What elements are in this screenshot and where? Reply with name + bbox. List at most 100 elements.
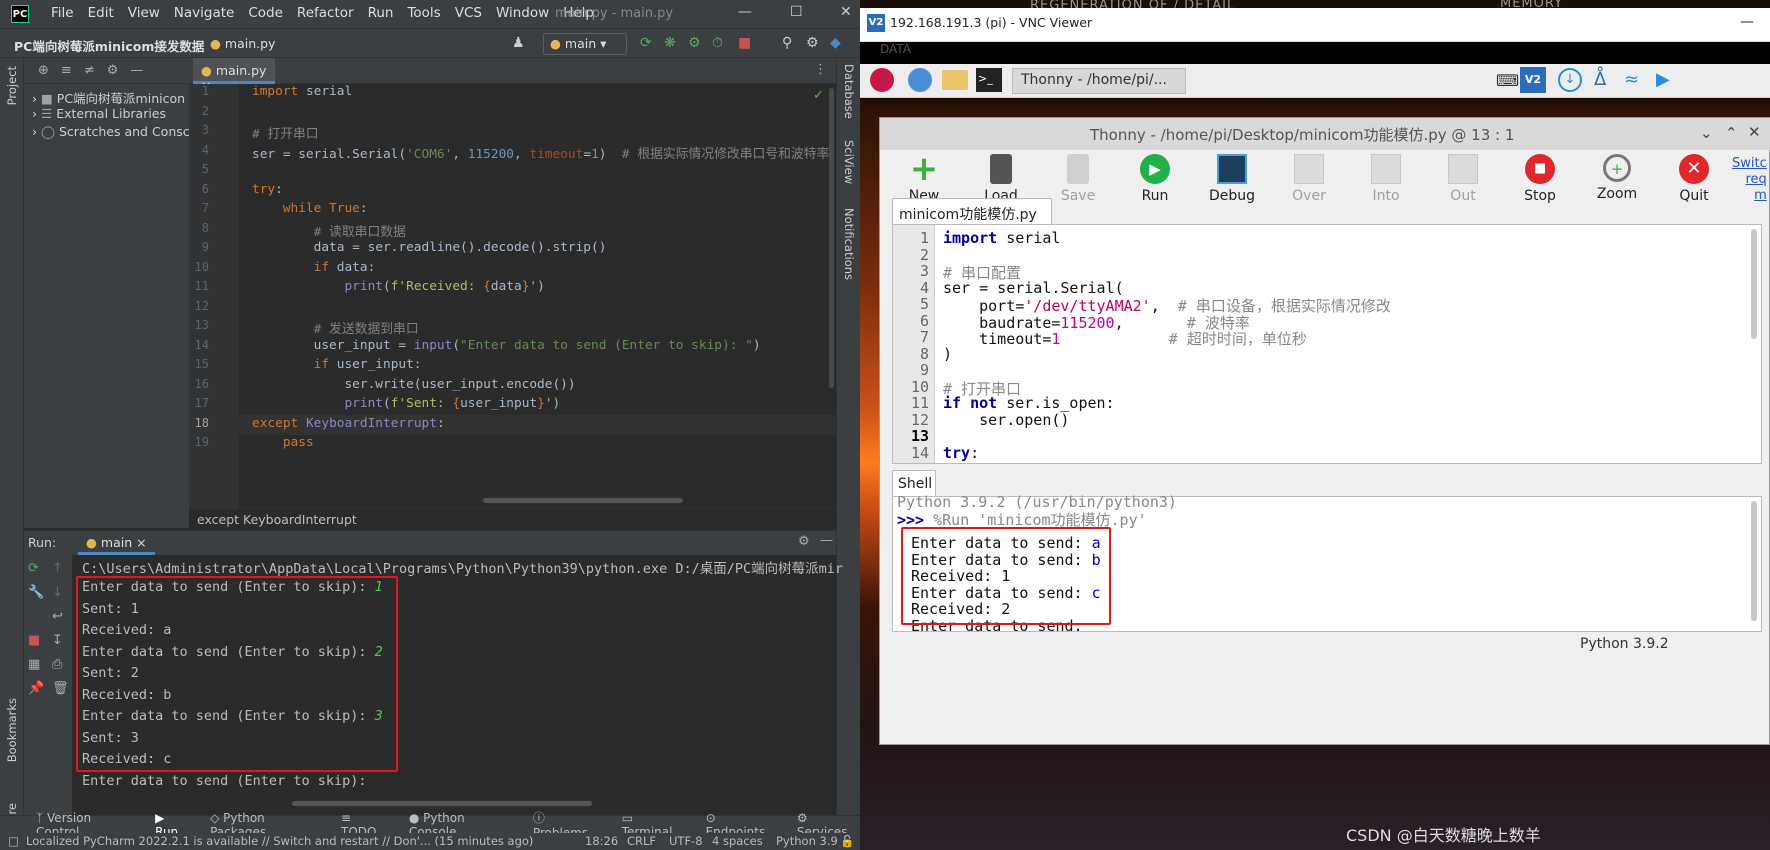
status-encoding[interactable]: UTF-8 bbox=[669, 834, 703, 848]
hide-icon[interactable]: — bbox=[130, 63, 143, 78]
run-config-select[interactable]: ● main ▾ bbox=[543, 33, 627, 55]
more-icon[interactable]: ⋮ bbox=[814, 62, 827, 77]
save-button[interactable]: Save bbox=[1044, 154, 1112, 204]
quit-button[interactable]: ✕ Quit bbox=[1660, 154, 1728, 204]
debug-button[interactable]: Debug bbox=[1198, 154, 1266, 204]
menu-run[interactable]: Run bbox=[361, 5, 401, 21]
bookmarks-tool-tab[interactable]: Bookmarks bbox=[5, 698, 19, 762]
trash-icon[interactable]: 🗑 bbox=[52, 681, 69, 696]
rerun-icon[interactable]: ⟳ bbox=[28, 561, 39, 576]
tab-minicom-py[interactable]: minicom功能模仿.py ✖ bbox=[892, 198, 1052, 240]
vertical-scrollbar[interactable] bbox=[829, 88, 834, 388]
gear-icon[interactable]: ⚙ bbox=[798, 534, 810, 549]
new-button[interactable]: + New bbox=[890, 152, 958, 204]
load-button[interactable]: Load bbox=[967, 154, 1035, 204]
switch-mode-link[interactable]: Switc req m bbox=[1732, 156, 1767, 204]
wrench-icon[interactable]: 🔧 bbox=[28, 585, 44, 600]
minimize-icon[interactable]: — bbox=[1740, 14, 1754, 30]
status-position[interactable]: 18:26 bbox=[585, 834, 618, 848]
soft-wrap-icon[interactable]: ↩ bbox=[52, 609, 63, 624]
close-icon[interactable]: ✕ bbox=[1748, 123, 1761, 141]
code-area[interactable]: import serial # 打开串口 ser = serial.Serial… bbox=[189, 84, 836, 508]
search-icon[interactable]: ⚲ bbox=[782, 35, 792, 51]
horizontal-scrollbar[interactable] bbox=[483, 498, 683, 503]
locate-icon[interactable]: ⊕ bbox=[38, 63, 49, 78]
tree-item-scratches[interactable]: › ◯ Scratches and Consc bbox=[32, 124, 190, 139]
close-icon[interactable]: ✕ bbox=[840, 4, 852, 20]
down-arrow-icon[interactable]: ↓ bbox=[52, 585, 63, 600]
print-icon[interactable]: ⎙ bbox=[52, 657, 62, 672]
status-message[interactable]: Localized PyCharm 2022.2.1 is available … bbox=[26, 834, 533, 848]
debug-icon[interactable]: ❋ bbox=[664, 35, 676, 51]
tab-main-py[interactable]: ● main.py × bbox=[193, 58, 275, 93]
step-over-button[interactable]: Over bbox=[1275, 154, 1343, 204]
menu-refactor[interactable]: Refactor bbox=[290, 5, 361, 21]
browser-icon[interactable] bbox=[908, 68, 932, 92]
stop-icon[interactable]: ■ bbox=[738, 35, 751, 51]
profile-icon[interactable]: ⏱ bbox=[712, 35, 723, 51]
editor-breadcrumb-status[interactable]: except KeyboardInterrupt bbox=[189, 508, 836, 530]
sciview-tool-tab[interactable]: SciView bbox=[842, 140, 856, 184]
step-out-button[interactable]: Out bbox=[1429, 154, 1497, 204]
step-into-button[interactable]: Into bbox=[1352, 154, 1420, 204]
hide-icon[interactable]: — bbox=[820, 533, 833, 548]
scroll-to-end-icon[interactable]: ↧ bbox=[52, 633, 63, 648]
status-interpreter[interactable]: Python 3.9 bbox=[776, 834, 838, 848]
file-manager-icon[interactable] bbox=[942, 70, 968, 90]
settings-icon[interactable]: ⚙ bbox=[806, 35, 819, 51]
collapse-all-icon[interactable]: ≠ bbox=[84, 63, 95, 78]
user-icon[interactable]: ♟ bbox=[512, 35, 525, 51]
taskbar-thonny[interactable]: Thonny - /home/pi/... bbox=[1012, 68, 1186, 94]
download-icon[interactable]: ↓ bbox=[1558, 68, 1582, 92]
status-indicator-icon[interactable]: □ bbox=[8, 834, 19, 848]
raspberry-menu-icon[interactable] bbox=[870, 68, 894, 92]
wifi-icon[interactable]: ≈ bbox=[1624, 69, 1639, 90]
notifications-tool-tab[interactable]: Notifications bbox=[842, 208, 856, 280]
stop-icon[interactable]: ■ bbox=[28, 633, 40, 648]
menu-view[interactable]: View bbox=[121, 5, 167, 21]
thonny-code-editor[interactable]: 1 2 3 4 5 6 7 8 9 10 11 12 13 14 import … bbox=[892, 224, 1762, 464]
menu-window[interactable]: Window bbox=[489, 5, 556, 21]
menu-navigate[interactable]: Navigate bbox=[167, 5, 242, 21]
breadcrumb-project[interactable]: PC端向树莓派minicom接发数据 bbox=[14, 36, 204, 55]
stop-button[interactable]: ■ Stop bbox=[1506, 154, 1574, 204]
coverage-icon[interactable]: ⚙ bbox=[688, 35, 701, 51]
thonny-shell[interactable]: Python 3.9.2 (/usr/bin/python3) >>> %Run… bbox=[892, 493, 1762, 635]
rerun-icon[interactable]: ⟳ bbox=[640, 35, 652, 51]
minimize-icon[interactable]: ⌄ bbox=[1700, 124, 1713, 142]
maximize-icon[interactable]: ⌃ bbox=[1725, 124, 1738, 142]
database-tool-tab[interactable]: Database bbox=[842, 64, 856, 119]
lock-icon[interactable]: 🔓 bbox=[840, 834, 854, 848]
expand-all-icon[interactable]: ≡ bbox=[61, 63, 72, 78]
menu-vcs[interactable]: VCS bbox=[448, 5, 489, 21]
jetbrains-icon[interactable]: ◆ bbox=[830, 35, 841, 51]
python-version-status[interactable]: Python 3.9.2 bbox=[1580, 636, 1669, 652]
close-tab-icon[interactable]: × bbox=[136, 535, 146, 550]
volume-icon[interactable]: ▶ bbox=[1656, 69, 1670, 90]
layout-icon[interactable]: ▦ bbox=[28, 657, 40, 672]
tree-item-project[interactable]: › ■ PC端向树莓派minicon bbox=[32, 88, 185, 107]
code-editor[interactable]: ● main.py × ⋮ 1 2 3 4 5 6 7 8 9 10 11 12… bbox=[189, 58, 836, 508]
project-tool-tab[interactable]: Project bbox=[5, 66, 19, 105]
vnc-server-icon[interactable]: V2 bbox=[1520, 67, 1546, 93]
pin-icon[interactable]: 📌 bbox=[28, 681, 44, 696]
console-scrollbar[interactable] bbox=[292, 801, 592, 806]
up-arrow-icon[interactable]: ↑ bbox=[52, 561, 63, 576]
maximize-icon[interactable]: ☐ bbox=[790, 4, 803, 20]
bluetooth-icon[interactable]: ᐂ bbox=[1594, 69, 1606, 90]
status-indent[interactable]: 4 spaces bbox=[712, 834, 763, 848]
run-button[interactable]: ▶ Run bbox=[1121, 154, 1189, 204]
tree-item-external-libraries[interactable]: › ☰ External Libraries bbox=[32, 106, 166, 121]
menu-file[interactable]: File bbox=[44, 5, 81, 21]
menu-edit[interactable]: Edit bbox=[81, 5, 121, 21]
run-console[interactable]: C:\Users\Administrator\AppData\Local\Pro… bbox=[72, 555, 843, 816]
editor-scrollbar[interactable] bbox=[1751, 229, 1757, 339]
menu-code[interactable]: Code bbox=[241, 5, 290, 21]
status-line-separator[interactable]: CRLF bbox=[627, 834, 656, 848]
keyboard-icon[interactable]: ⌨ bbox=[1496, 71, 1519, 90]
menu-tools[interactable]: Tools bbox=[400, 5, 447, 21]
minimize-icon[interactable]: — bbox=[738, 4, 752, 20]
gear-icon[interactable]: ⚙ bbox=[107, 63, 119, 78]
terminal-icon[interactable]: >_ bbox=[976, 68, 1002, 92]
zoom-button[interactable]: + Zoom bbox=[1583, 154, 1651, 202]
